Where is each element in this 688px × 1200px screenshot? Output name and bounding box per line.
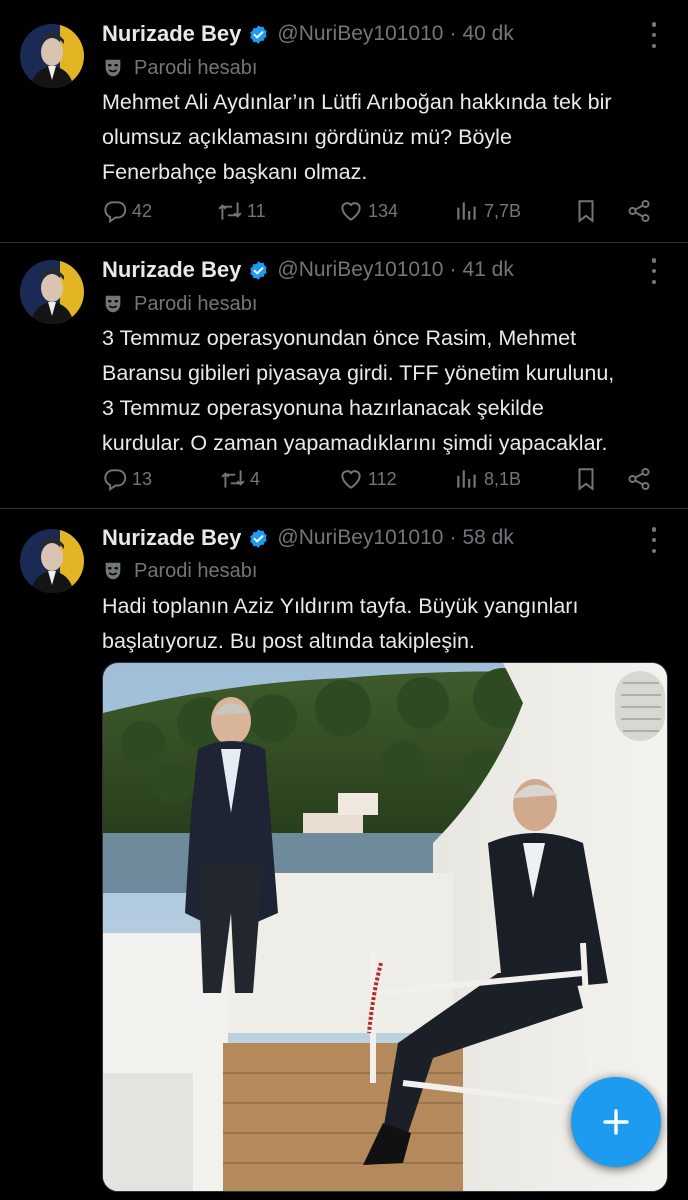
like-count: 112 [368, 468, 397, 489]
text-line: Fenerbahçe başkanı olmaz. [102, 160, 368, 184]
retweet-icon [218, 202, 242, 220]
retweet-button[interactable]: 11 [217, 194, 266, 228]
timestamp[interactable]: 40 dk [462, 22, 513, 46]
avatar[interactable] [20, 529, 84, 593]
parody-mask-icon [102, 560, 124, 582]
timestamp[interactable]: 58 dk [462, 526, 513, 550]
parody-mask-icon [102, 293, 124, 315]
plus-icon [603, 1109, 629, 1135]
bookmark-icon [578, 468, 594, 491]
bookmark-icon [578, 200, 594, 223]
like-button[interactable]: 112 [338, 462, 397, 496]
handle[interactable]: @NuriBey101010 [277, 526, 443, 550]
reply-icon [104, 469, 127, 492]
separator-dot: · [449, 526, 457, 549]
share-icon [628, 467, 650, 491]
text-line: 3 Temmuz operasyonundan önce Rasim, Mehm… [102, 326, 577, 350]
tweet-header: Nurizade Bey @NuriBey101010 · 41 dk [102, 255, 668, 285]
retweet-count: 4 [250, 468, 261, 489]
parody-mask-icon [102, 57, 124, 79]
retweet-icon [221, 470, 245, 488]
reply-count: 13 [132, 468, 153, 489]
tweet-text: Hadi toplanın Aziz Yıldırım tayfa. Büyük… [102, 589, 664, 659]
text-line: Hadi toplanın Aziz Yıldırım tayfa. Büyük… [102, 594, 579, 618]
compose-button[interactable] [571, 1077, 661, 1167]
more-options-icon[interactable] [642, 258, 666, 284]
bookmark-button[interactable] [573, 462, 599, 496]
heart-icon [341, 470, 361, 489]
display-name[interactable]: Nurizade Bey [102, 257, 241, 283]
parody-text: Parodi hesabı [134, 56, 258, 79]
views-icon [457, 202, 476, 220]
tweet-text: Mehmet Ali Aydınlar’ın Lütfi Arıboğan ha… [102, 85, 664, 190]
display-name[interactable]: Nurizade Bey [102, 525, 241, 551]
tweet-1[interactable]: Nurizade Bey @NuriBey101010 · 40 dk Paro… [0, 0, 688, 243]
like-button[interactable]: 134 [338, 194, 398, 228]
handle[interactable]: @NuriBey101010 [277, 258, 443, 282]
verified-badge-icon [248, 260, 269, 281]
avatar[interactable] [20, 260, 84, 324]
more-options-icon[interactable] [642, 22, 666, 48]
text-line: kurdular. O zaman yapamadıklarını şimdi … [102, 431, 608, 455]
parody-text: Parodi hesabı [134, 559, 258, 582]
share-icon [628, 199, 650, 223]
text-line: 3 Temmuz operasyonuna hazırlanacak şekil… [102, 396, 544, 420]
text-line: olumsuz açıklamasını gördünüz mü? Böyle [102, 125, 512, 149]
retweet-count: 11 [247, 200, 266, 221]
more-options-icon[interactable] [642, 527, 666, 553]
verified-badge-icon [248, 24, 269, 45]
views-button[interactable]: 7,7B [454, 194, 521, 228]
share-button[interactable] [626, 462, 652, 496]
parody-label: Parodi hesabı [102, 290, 257, 318]
avatar[interactable] [20, 24, 84, 88]
verified-badge-icon [248, 528, 269, 549]
parody-label: Parodi hesabı [102, 54, 257, 82]
reply-button[interactable]: 13 [102, 462, 152, 496]
reply-icon [104, 201, 127, 224]
display-name[interactable]: Nurizade Bey [102, 21, 241, 47]
tweet-header: Nurizade Bey @NuriBey101010 · 40 dk [102, 19, 668, 49]
action-bar: 42 11 134 7,7B [102, 194, 658, 228]
tweet-header: Nurizade Bey @NuriBey101010 · 58 dk [102, 523, 668, 553]
like-count: 134 [368, 200, 399, 221]
text-line: Mehmet Ali Aydınlar’ın Lütfi Arıboğan ha… [102, 90, 612, 114]
separator-dot: · [449, 22, 457, 45]
text-line: Baransu gibileri piyasaya girdi. TFF yön… [102, 361, 615, 385]
text-line: başlatıyoruz. Bu post altında takipleşin… [102, 629, 475, 653]
parody-text: Parodi hesabı [134, 292, 258, 315]
handle[interactable]: @NuriBey101010 [277, 22, 443, 46]
views-count: 7,7B [484, 200, 522, 221]
views-count: 8,1B [484, 468, 522, 489]
share-button[interactable] [626, 194, 652, 228]
retweet-button[interactable]: 4 [220, 462, 260, 496]
parody-label: Parodi hesabı [102, 557, 257, 585]
reply-count: 42 [132, 200, 153, 221]
separator-dot: · [449, 258, 457, 281]
tweet-text: 3 Temmuz operasyonundan önce Rasim, Mehm… [102, 321, 664, 461]
views-icon [457, 470, 476, 488]
tweet-2[interactable]: Nurizade Bey @NuriBey101010 · 41 dk Paro… [0, 243, 688, 509]
reply-button[interactable]: 42 [102, 194, 152, 228]
action-bar: 13 4 112 8,1B [102, 462, 658, 496]
bookmark-button[interactable] [573, 194, 599, 228]
heart-icon [341, 202, 361, 221]
views-button[interactable]: 8,1B [454, 462, 521, 496]
timestamp[interactable]: 41 dk [462, 258, 513, 282]
